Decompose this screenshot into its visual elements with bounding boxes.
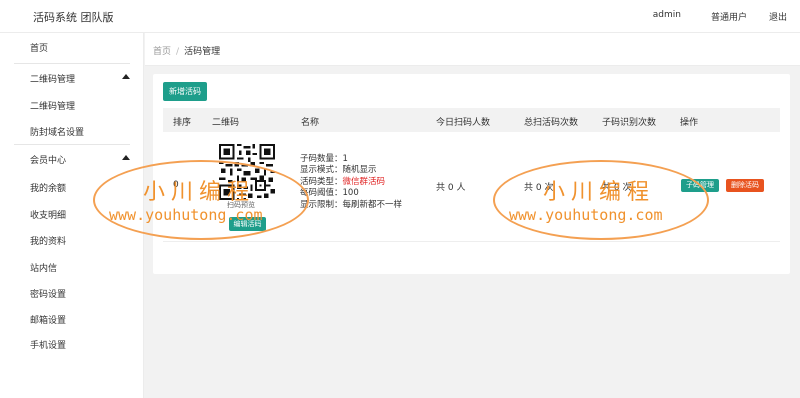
breadcrumb-bar: 首页 / 活码管理 — [145, 33, 800, 66]
breadcrumb: 首页 / 活码管理 — [153, 44, 220, 57]
edit-livecode-button[interactable]: 编辑活码 — [229, 217, 266, 231]
sidebar-item-balance[interactable]: 我的余额 — [30, 181, 66, 194]
livecode-info: 子码数量：1 显示模式：随机显示 活码类型：微信群活码 每码阈值：100 显示限… — [300, 154, 402, 211]
main-panel: 新增活码 排序 二维码 名称 今日扫码人数 总扫活码次数 子码识别次数 操作 0 — [153, 74, 790, 274]
sidebar-item-domain-settings[interactable]: 防封域名设置 — [30, 125, 84, 138]
logout-link[interactable]: 退出 — [769, 10, 787, 23]
column-header: 总扫活码次数 — [524, 118, 579, 128]
info-display-mode: 显示模式：随机显示 — [300, 165, 377, 176]
table-row: 0 扫码预览 编辑活码 子码数量：1 显示模式：随机显示 活码类型：微信群活码 … — [163, 132, 780, 242]
today-scans-cell: 共 0 人 — [436, 183, 466, 193]
sidebar-item-email[interactable]: 邮箱设置 — [30, 313, 66, 326]
breadcrumb-current: 活码管理 — [184, 47, 221, 57]
breadcrumb-home[interactable]: 首页 — [153, 47, 171, 57]
column-header: 二维码 — [212, 118, 240, 128]
column-header: 排序 — [173, 118, 192, 128]
column-header: 子码识别次数 — [602, 118, 657, 128]
breadcrumb-separator: / — [176, 47, 180, 57]
order-cell: 0 — [173, 180, 179, 190]
role-link[interactable]: 普通用户 — [711, 10, 747, 23]
sidebar-item-home[interactable]: 首页 — [30, 41, 48, 54]
sidebar-item-transactions[interactable]: 收支明细 — [30, 208, 66, 221]
sidebar-item-qrcode-manage[interactable]: 二维码管理 — [30, 99, 75, 112]
column-header: 今日扫码人数 — [436, 118, 491, 128]
add-livecode-button[interactable]: 新增活码 — [163, 82, 207, 101]
column-header: 名称 — [301, 118, 320, 128]
sidebar-item-messages[interactable]: 站内信 — [30, 261, 57, 274]
info-display-limit: 显示限制：每刷新都不一样 — [300, 199, 403, 210]
sidebar-group-label: 会员中心 — [30, 156, 67, 166]
info-type-value: 微信群活码 — [342, 176, 386, 187]
info-type: 活码类型：微信群活码 — [300, 177, 402, 188]
app-title: 活码系统 团队版 — [33, 11, 114, 24]
sidebar-group-label: 二维码管理 — [30, 75, 76, 85]
qr-code-image — [219, 144, 275, 200]
sidebar-group-qrcode[interactable]: 二维码管理 — [14, 63, 130, 89]
top-bar: 活码系统 团队版 admin 普通用户 退出 — [0, 0, 800, 33]
info-threshold: 每码阈值：100 — [300, 188, 359, 199]
qr-preview-caption: 扫码预览 — [227, 201, 255, 209]
sidebar-item-phone[interactable]: 手机设置 — [30, 338, 66, 351]
info-subcode-count: 子码数量：1 — [300, 154, 348, 164]
subcode-scans-cell: 共 0 次 — [602, 183, 632, 193]
table-header: 排序 二维码 名称 今日扫码人数 总扫活码次数 子码识别次数 操作 — [163, 108, 780, 132]
sidebar: 首页 二维码管理 二维码管理 防封域名设置 会员中心 我的余额 收支明细 我的资… — [0, 33, 144, 398]
sidebar-item-password[interactable]: 密码设置 — [30, 287, 66, 300]
user-menu[interactable]: admin — [653, 10, 681, 20]
sidebar-group-member[interactable]: 会员中心 — [14, 144, 130, 170]
sidebar-item-profile[interactable]: 我的资料 — [30, 234, 66, 247]
subcode-manage-button[interactable]: 子码管理 — [681, 179, 719, 192]
caret-up-icon — [122, 74, 130, 79]
delete-livecode-button[interactable]: 删除活码 — [726, 179, 764, 192]
column-header: 操作 — [680, 118, 699, 128]
info-type-label: 活码类型： — [300, 176, 343, 187]
caret-up-icon — [122, 155, 130, 160]
total-scans-cell: 共 0 次 — [524, 183, 554, 193]
